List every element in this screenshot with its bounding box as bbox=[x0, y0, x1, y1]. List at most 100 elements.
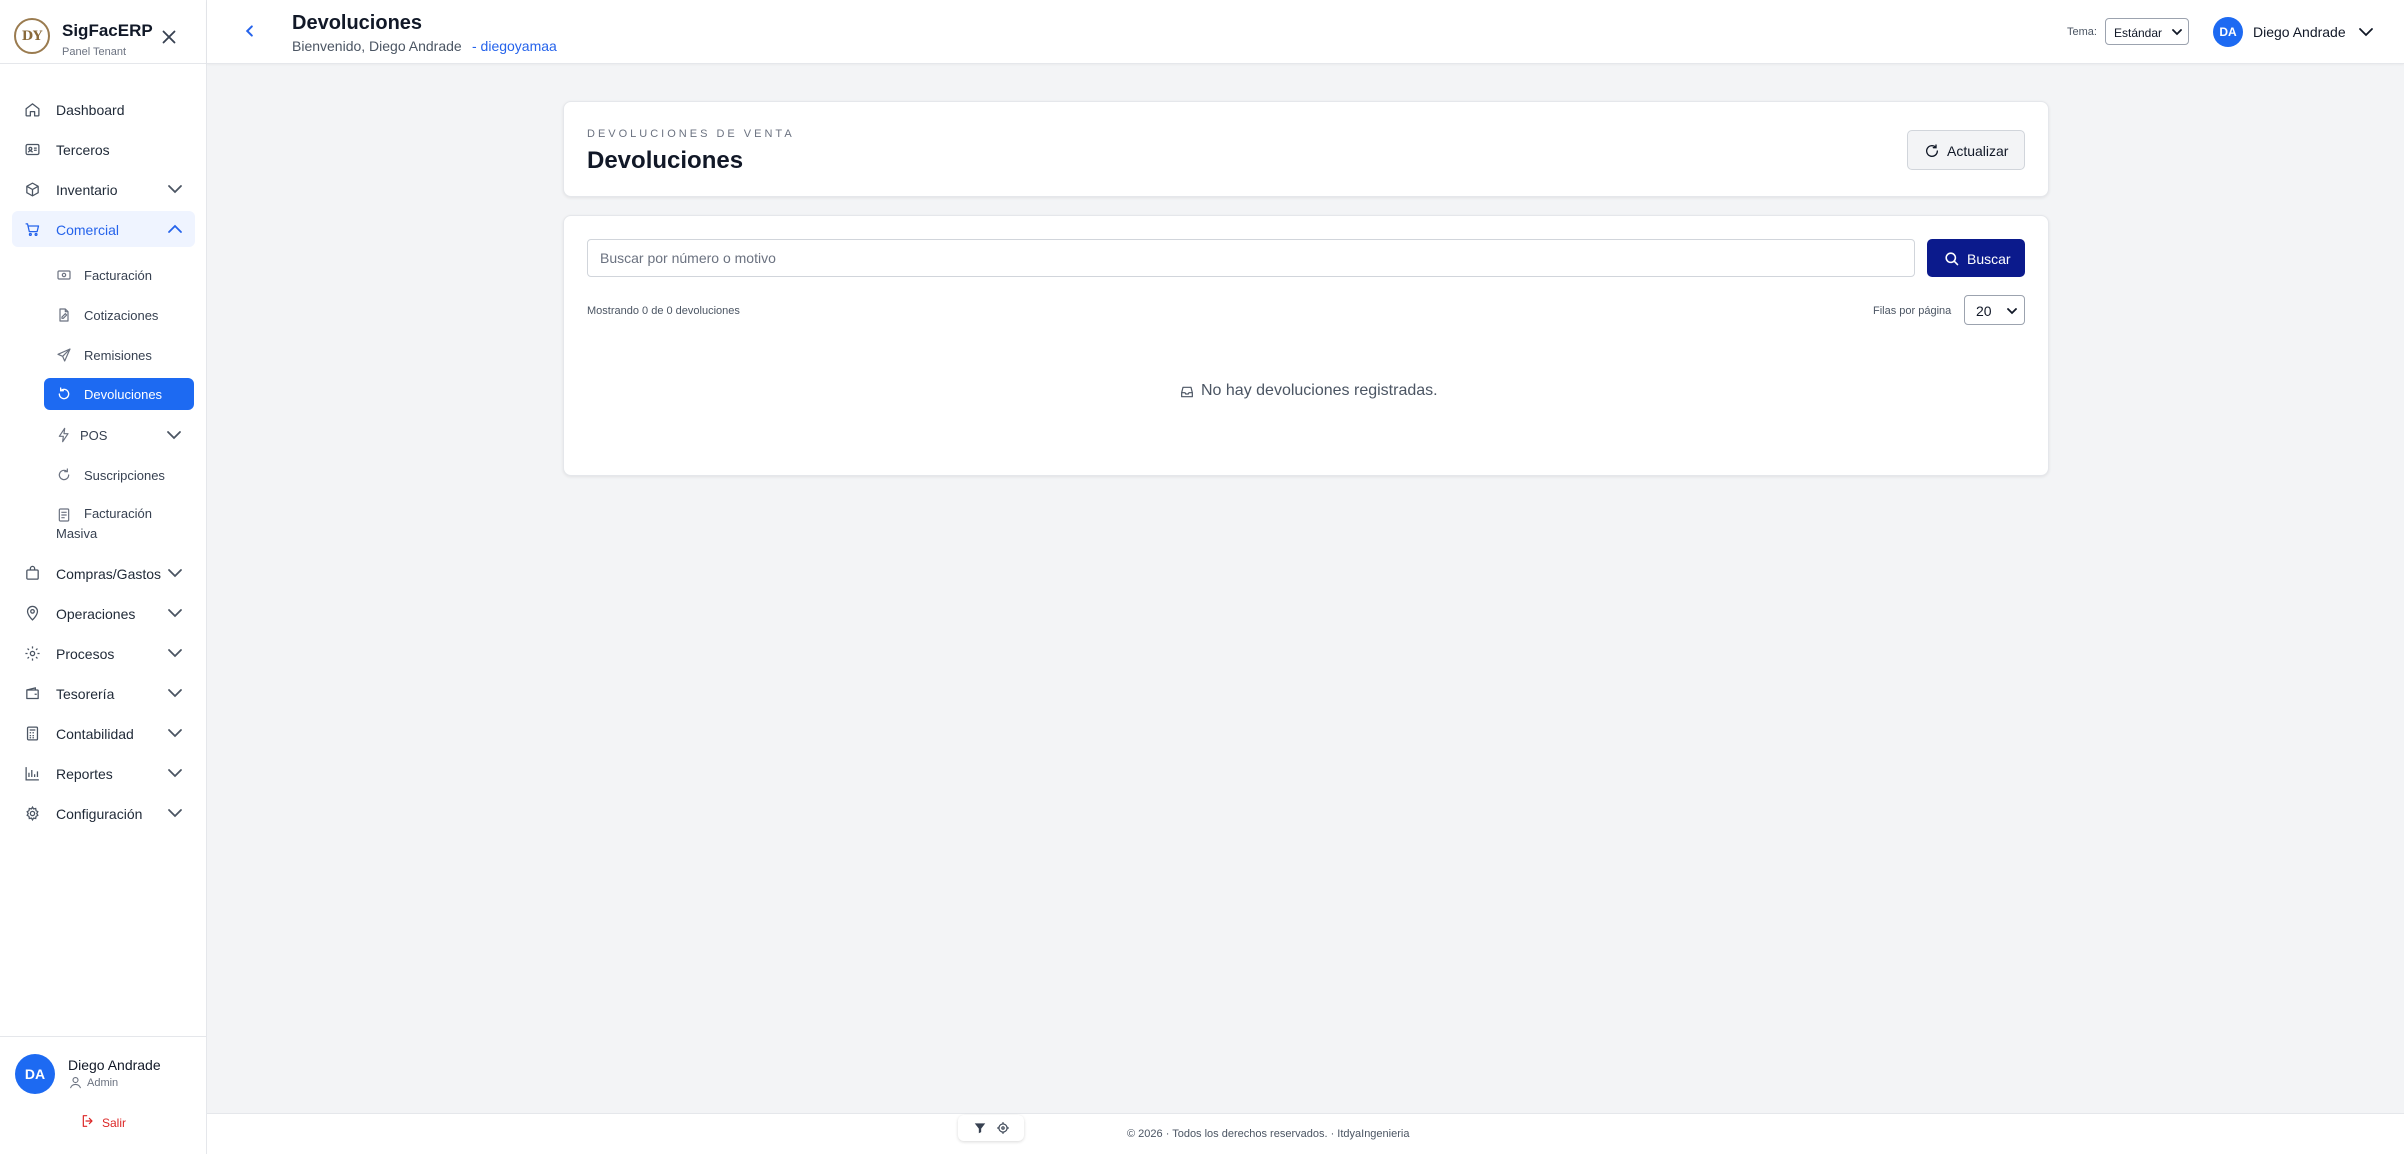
map-pin-icon bbox=[26, 605, 39, 621]
sidebar-subitem-facturacion[interactable]: Facturación bbox=[44, 259, 194, 291]
sidebar-item-label: Inventario bbox=[56, 182, 118, 198]
sidebar-subitem-label: POS bbox=[80, 428, 108, 443]
chevron-down-icon[interactable] bbox=[2358, 26, 2374, 38]
calculator-icon bbox=[26, 726, 39, 741]
sidebar-subitem-label: Facturación bbox=[84, 268, 152, 283]
theme-select-value: Estándar bbox=[2114, 26, 2163, 40]
sidebar-item-reportes[interactable]: Reportes bbox=[12, 755, 195, 791]
search-input[interactable] bbox=[587, 239, 1915, 277]
gear-icon bbox=[25, 646, 40, 661]
page-header-card: DEVOLUCIONES DE VENTA Devoluciones Actua… bbox=[563, 101, 2049, 197]
chevron-down-icon bbox=[168, 609, 182, 618]
sidebar-subitem-label: Facturación Masiva bbox=[56, 506, 152, 541]
brand-title: SigFacERP bbox=[62, 21, 153, 40]
user-role: Admin bbox=[87, 1077, 119, 1089]
sidebar-item-configuracion[interactable]: Configuración bbox=[12, 795, 195, 831]
refresh-button[interactable]: Actualizar bbox=[1907, 130, 2025, 170]
footer: © 2026 · Todos los derechos reservados. … bbox=[207, 1113, 2404, 1154]
sidebar-user: DA Diego Andrade Admin Salir bbox=[0, 1036, 207, 1154]
user-name: Diego Andrade bbox=[68, 1057, 161, 1073]
floating-toolbar bbox=[958, 1115, 1024, 1141]
top-header: Devoluciones Bienvenido, Diego Andrade -… bbox=[207, 0, 2404, 64]
sidebar-subitem-label: Suscripciones bbox=[84, 468, 165, 483]
refresh-icon bbox=[58, 387, 70, 400]
chevron-down-icon bbox=[168, 809, 182, 818]
card-title: Devoluciones bbox=[587, 147, 744, 174]
chevron-down-icon bbox=[168, 649, 182, 658]
page-title: Devoluciones bbox=[292, 12, 423, 34]
sidebar-subitem-facturacion-masiva[interactable]: Facturación Masiva bbox=[44, 499, 194, 543]
logout-label: Salir bbox=[102, 1116, 127, 1130]
settings-icon bbox=[26, 805, 39, 822]
sidebar-item-label: Configuración bbox=[56, 806, 143, 822]
sidebar-item-comercial[interactable]: Comercial bbox=[12, 211, 195, 247]
rows-per-page-select[interactable]: 20 bbox=[1964, 295, 2025, 325]
cart-icon bbox=[25, 223, 40, 237]
back-button[interactable] bbox=[239, 20, 261, 42]
chevron-down-icon bbox=[168, 769, 182, 778]
rows-per-page-label: Filas por página bbox=[1873, 305, 1952, 317]
theme-select[interactable]: Estándar bbox=[2105, 18, 2189, 45]
returns-list-card: Buscar Mostrando 0 de 0 devoluciones Fil… bbox=[563, 215, 2049, 476]
username-link[interactable]: - diegoyamaa bbox=[472, 38, 557, 54]
chevron-up-icon bbox=[168, 224, 182, 233]
sidebar-subitem-suscripciones[interactable]: Suscripciones bbox=[44, 459, 194, 491]
header-avatar[interactable]: DA bbox=[2213, 17, 2243, 47]
wallet-icon bbox=[26, 687, 39, 700]
id-card-icon bbox=[25, 143, 40, 156]
sidebar-subitem-pos[interactable]: POS bbox=[44, 419, 194, 451]
sidebar-subitem-remisiones[interactable]: Remisiones bbox=[44, 339, 194, 371]
sidebar-item-dashboard[interactable]: Dashboard bbox=[12, 91, 195, 127]
chevron-down-icon bbox=[2172, 29, 2182, 36]
empty-state-text: No hay devoluciones registradas. bbox=[1201, 382, 1438, 399]
sidebar-item-contabilidad[interactable]: Contabilidad bbox=[12, 715, 195, 751]
crosshair-icon[interactable] bbox=[996, 1121, 1010, 1135]
sidebar-item-compras-gastos[interactable]: Compras/Gastos bbox=[12, 555, 195, 591]
search-button[interactable]: Buscar bbox=[1927, 239, 2025, 277]
send-icon bbox=[57, 348, 71, 362]
inbox-icon bbox=[1181, 386, 1193, 398]
sidebar-item-label: Tesorería bbox=[56, 686, 115, 702]
sidebar-item-procesos[interactable]: Procesos bbox=[12, 635, 195, 671]
search-button-label: Buscar bbox=[1967, 251, 2011, 267]
sidebar-item-label: Comercial bbox=[56, 222, 120, 238]
close-icon[interactable] bbox=[158, 26, 180, 48]
sidebar-subitem-label: Devoluciones bbox=[84, 387, 163, 402]
sidebar-item-operaciones[interactable]: Operaciones bbox=[12, 595, 195, 631]
search-icon bbox=[1945, 252, 1959, 266]
sidebar-item-label: Operaciones bbox=[56, 606, 136, 622]
brand: DY SigFacERP Panel Tenant bbox=[0, 0, 207, 64]
bag-icon bbox=[26, 565, 39, 580]
brand-logo: DY bbox=[14, 18, 50, 54]
banknote-icon bbox=[57, 270, 71, 280]
sidebar-item-label: Dashboard bbox=[56, 102, 125, 118]
bar-chart-icon bbox=[25, 767, 39, 781]
refresh-button-label: Actualizar bbox=[1947, 143, 2009, 159]
file-edit-icon bbox=[59, 308, 69, 322]
chevron-down-icon bbox=[168, 569, 182, 578]
rotate-icon bbox=[58, 468, 70, 481]
sidebar-item-terceros[interactable]: Terceros bbox=[12, 131, 195, 167]
refresh-icon bbox=[1926, 144, 1938, 157]
sidebar-item-tesoreria[interactable]: Tesorería bbox=[12, 675, 195, 711]
sidebar-subitem-devoluciones[interactable]: Devoluciones bbox=[44, 378, 194, 410]
theme-label: Tema: bbox=[2067, 26, 2097, 38]
rows-per-page-value: 20 bbox=[1976, 303, 1992, 319]
avatar: DA bbox=[15, 1054, 55, 1094]
sidebar: DY SigFacERP Panel Tenant Dashboard Terc… bbox=[0, 0, 207, 1154]
user-icon bbox=[69, 1076, 82, 1089]
filter-icon[interactable] bbox=[973, 1121, 987, 1135]
sidebar-item-label: Contabilidad bbox=[56, 726, 134, 742]
sidebar-item-inventario[interactable]: Inventario bbox=[12, 171, 195, 207]
sidebar-subitem-label: Cotizaciones bbox=[84, 308, 159, 323]
page-eyebrow: DEVOLUCIONES DE VENTA bbox=[587, 128, 795, 140]
sidebar-item-label: Compras/Gastos bbox=[56, 566, 162, 582]
bolt-icon bbox=[58, 427, 69, 443]
sidebar-subitem-cotizaciones[interactable]: Cotizaciones bbox=[44, 299, 194, 331]
chevron-left-icon bbox=[245, 25, 253, 37]
home-icon bbox=[25, 103, 40, 117]
box-icon bbox=[26, 182, 39, 197]
results-count: Mostrando 0 de 0 devoluciones bbox=[587, 305, 740, 317]
header-user-name[interactable]: Diego Andrade bbox=[2253, 24, 2346, 40]
sidebar-item-label: Reportes bbox=[56, 766, 113, 782]
